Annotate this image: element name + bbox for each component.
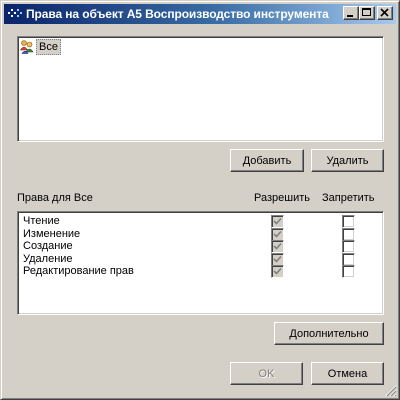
deny-checkbox[interactable]: [342, 240, 355, 253]
minimize-icon: [347, 15, 353, 17]
maximize-icon: [362, 8, 371, 16]
advanced-button[interactable]: Дополнительно: [274, 322, 384, 345]
principals-list[interactable]: Все: [17, 36, 384, 142]
permission-label: Чтение: [23, 215, 60, 227]
checkmark-icon: [273, 242, 282, 250]
checkmark-icon: [273, 255, 282, 263]
allow-checkbox[interactable]: [271, 240, 284, 253]
title-bar[interactable]: Права на объект А5 Воспроизводство инстр…: [4, 4, 396, 24]
close-button[interactable]: [377, 6, 393, 20]
permission-label: Создание: [23, 240, 73, 252]
checkmark-icon: [273, 230, 282, 238]
resize-grip-icon[interactable]: [385, 385, 397, 397]
deny-checkbox[interactable]: [342, 227, 355, 241]
permissions-for-label: Права для Все: [17, 192, 93, 204]
close-icon: [380, 8, 389, 17]
users-group-icon: [19, 40, 34, 54]
deny-checkbox[interactable]: [342, 252, 355, 266]
allow-checkbox[interactable]: [271, 265, 284, 278]
permission-label: Удаление: [23, 252, 73, 265]
app-icon: [8, 9, 22, 17]
window-title: Права на объект А5 Воспроизводство инстр…: [26, 7, 329, 21]
allow-checkbox[interactable]: [271, 227, 284, 241]
deny-column-header: Запретить: [322, 192, 375, 204]
allow-checkbox[interactable]: [271, 252, 284, 266]
permissions-dialog: Права на объект А5 Воспроизводство инстр…: [0, 0, 400, 400]
checkmark-icon: [273, 267, 282, 275]
deny-checkbox[interactable]: [342, 215, 355, 228]
permission-label: Изменение: [23, 227, 81, 240]
permission-label: Редактирование прав: [23, 265, 134, 277]
deny-checkbox[interactable]: [342, 265, 355, 278]
permissions-list: Чтение Изменение Создание Удаление Редактиро…: [17, 211, 384, 315]
ok-button[interactable]: OK: [230, 362, 303, 385]
principal-label: Все: [36, 39, 61, 55]
allow-checkbox[interactable]: [271, 215, 284, 228]
add-button[interactable]: Добавить: [230, 149, 304, 172]
maximize-button[interactable]: [359, 6, 375, 20]
allow-column-header: Разрешить: [254, 192, 310, 204]
checkmark-icon: [273, 217, 282, 225]
remove-button[interactable]: Удалить: [311, 149, 384, 172]
principal-item-all[interactable]: Все: [19, 39, 61, 55]
cancel-button[interactable]: Отмена: [311, 362, 384, 385]
minimize-button[interactable]: [343, 6, 359, 20]
